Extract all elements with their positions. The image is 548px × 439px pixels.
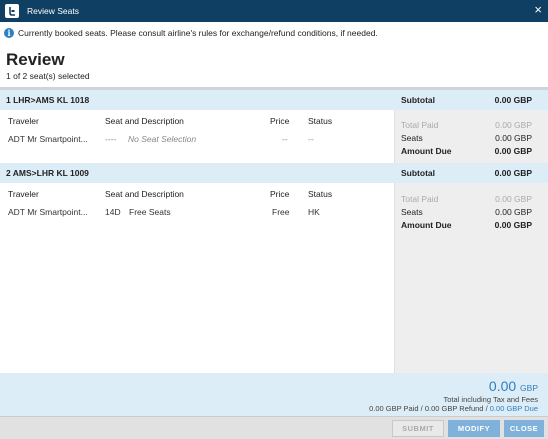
total-paid-row: Total Paid 0.00 GBP <box>401 120 532 130</box>
amount-due-value: 0.00 GBP <box>494 220 532 230</box>
column-header-price: Price <box>270 189 290 199</box>
traveler-name: ADT Mr Smartpoint... <box>8 134 88 144</box>
column-header-status: Status <box>308 116 333 126</box>
refund-amount: 0.00 GBP Refund <box>424 404 484 413</box>
subtotal-value: 0.00 GBP <box>494 168 532 178</box>
seat-description: No Seat Selection <box>128 134 197 144</box>
grand-total-amount: 0.00 <box>488 378 517 394</box>
breakdown-divider: / <box>485 404 488 413</box>
total-paid-label: Total Paid <box>401 194 439 204</box>
action-bar: SUBMIT MODIFY CLOSE <box>0 416 548 439</box>
total-paid-value: 0.00 GBP <box>495 194 532 204</box>
segment-route: 2 AMS>LHR KL 1009 <box>6 168 89 178</box>
seats-label: Seats <box>401 207 423 217</box>
segment-route: 1 LHR>AMS KL 1018 <box>6 95 90 105</box>
subtotal-label: Subtotal <box>401 95 435 105</box>
column-header-seat: Seat and Description <box>105 116 184 126</box>
seats-value: 0.00 GBP <box>495 133 532 143</box>
seat-review-panel: 1 LHR>AMS KL 1018 Subtotal 0.00 GBP Trav… <box>0 90 548 373</box>
seat-price: Free <box>272 207 290 217</box>
seat-price: -- <box>282 134 288 144</box>
paid-amount: 0.00 GBP Paid <box>369 404 419 413</box>
seat-status: -- <box>308 134 314 144</box>
grand-total-currency: GBP <box>520 383 538 393</box>
column-header-seat: Seat and Description <box>105 189 184 199</box>
column-header-status: Status <box>308 189 333 199</box>
segment-header: 2 AMS>LHR KL 1009 Subtotal 0.00 GBP <box>0 163 548 183</box>
breakdown-divider: / <box>420 404 423 413</box>
grand-total-panel: 0.00 GBP Total including Tax and Fees 0.… <box>0 373 548 416</box>
subtotal-label: Subtotal <box>401 168 435 178</box>
window-title: Review Seats <box>27 6 79 16</box>
total-including-text: Total including Tax and Fees <box>443 395 538 404</box>
seat-number: 14D <box>105 207 121 217</box>
total-paid-value: 0.00 GBP <box>495 120 532 130</box>
selected-count: 1 of 2 seat(s) selected <box>6 71 90 81</box>
seat-description: Free Seats <box>129 207 171 217</box>
submit-button[interactable]: SUBMIT <box>392 420 444 437</box>
info-message: i Currently booked seats. Please consult… <box>4 25 544 40</box>
traveler-name: ADT Mr Smartpoint... <box>8 207 88 217</box>
segment-header: 1 LHR>AMS KL 1018 Subtotal 0.00 GBP <box>0 90 548 110</box>
amount-due-row: Amount Due 0.00 GBP <box>401 146 532 156</box>
column-header-traveler: Traveler <box>8 189 39 199</box>
seats-row: Seats 0.00 GBP <box>401 133 532 143</box>
seats-row: Seats 0.00 GBP <box>401 207 532 217</box>
title-bar: Review Seats × <box>0 0 548 22</box>
review-header: Review 1 of 2 seat(s) selected <box>6 50 90 81</box>
payment-breakdown: 0.00 GBP Paid / 0.00 GBP Refund / 0.00 G… <box>369 404 538 413</box>
seats-label: Seats <box>401 133 423 143</box>
total-paid-row: Total Paid 0.00 GBP <box>401 194 532 204</box>
column-header-price: Price <box>270 116 290 126</box>
column-header-traveler: Traveler <box>8 116 39 126</box>
modify-button[interactable]: MODIFY <box>448 420 500 437</box>
subtotal-value: 0.00 GBP <box>494 95 532 105</box>
seats-value: 0.00 GBP <box>495 207 532 217</box>
seat-number: ---- <box>105 134 117 144</box>
info-icon: i <box>4 27 14 38</box>
close-button[interactable]: CLOSE <box>504 420 544 437</box>
total-paid-label: Total Paid <box>401 120 439 130</box>
amount-due-row: Amount Due 0.00 GBP <box>401 220 532 230</box>
window-close-icon[interactable]: × <box>534 3 542 17</box>
grand-total: 0.00 GBP <box>489 378 538 394</box>
amount-due-label: Amount Due <box>401 220 452 230</box>
amount-due-value: 0.00 GBP <box>494 146 532 156</box>
app-logo-icon <box>5 4 19 18</box>
seat-status: HK <box>308 207 320 217</box>
amount-due-label: Amount Due <box>401 146 452 156</box>
info-message-text: Currently booked seats. Please consult a… <box>18 27 378 38</box>
page-title: Review <box>6 50 65 69</box>
due-amount: 0.00 GBP Due <box>489 404 538 413</box>
